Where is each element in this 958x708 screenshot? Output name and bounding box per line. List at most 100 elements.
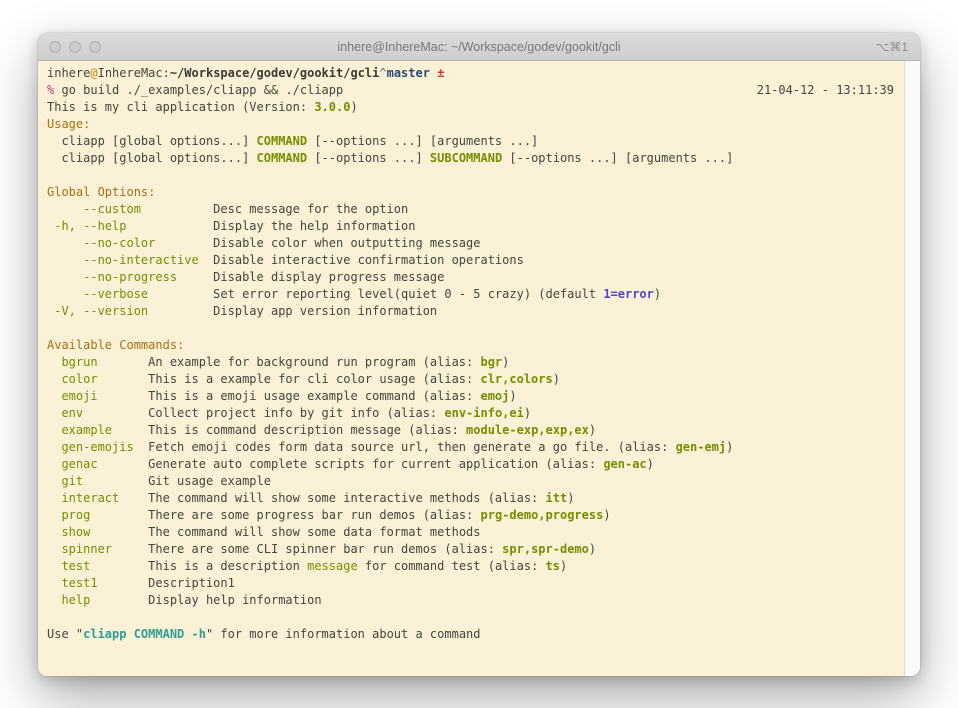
terminal-line: env Collect project info by git info (al… bbox=[47, 405, 894, 422]
terminal-line: cliapp [global options...] COMMAND [--op… bbox=[47, 150, 894, 167]
terminal-line: 21-04-12 - 13:11:39% go build ./_example… bbox=[47, 82, 894, 99]
terminal-text-segment: ) bbox=[502, 355, 509, 369]
terminal-text-segment: test bbox=[61, 559, 90, 573]
terminal-line: gen-emojis Fetch emoji codes form data s… bbox=[47, 439, 894, 456]
terminal-line: --no-interactive Disable interactive con… bbox=[47, 252, 894, 269]
terminal-text-segment: module-exp,exp,ex bbox=[466, 423, 589, 437]
terminal-text-segment: --no-color bbox=[83, 236, 155, 250]
terminal-text-segment bbox=[47, 423, 61, 437]
close-button[interactable] bbox=[49, 41, 61, 53]
terminal-text-segment bbox=[47, 542, 61, 556]
zoom-button[interactable] bbox=[89, 41, 101, 53]
titlebar: inhere@InhereMac: ~/Workspace/godev/gook… bbox=[38, 33, 920, 61]
terminal-text-segment: InhereMac: bbox=[98, 66, 170, 80]
terminal-text-segment: This is my cli application (Version: bbox=[47, 100, 314, 114]
terminal-text-segment: env bbox=[61, 406, 83, 420]
terminal-text-segment: Disable color when outputting message bbox=[155, 236, 480, 250]
terminal-line: example This is command description mess… bbox=[47, 422, 894, 439]
minimize-button[interactable] bbox=[69, 41, 81, 53]
terminal-text-segment: --custom bbox=[83, 202, 141, 216]
terminal-text-segment bbox=[47, 576, 61, 590]
terminal-text-segment: [--options ...] bbox=[307, 151, 430, 165]
terminal-line: prog There are some progress bar run dem… bbox=[47, 507, 894, 524]
terminal-text-segment: ) bbox=[560, 559, 567, 573]
terminal-text-segment: This is a description bbox=[90, 559, 307, 573]
terminal-text-segment: --verbose bbox=[83, 287, 148, 301]
terminal-text-segment bbox=[47, 559, 61, 573]
terminal-text-segment: An example for background run program (a… bbox=[98, 355, 481, 369]
terminal-line: spinner There are some CLI spinner bar r… bbox=[47, 541, 894, 558]
terminal-text-segment: ) bbox=[509, 389, 516, 403]
terminal-text-segment: This is command description message (ali… bbox=[112, 423, 466, 437]
terminal-line: This is my cli application (Version: 3.0… bbox=[47, 99, 894, 116]
terminal-text-segment bbox=[47, 525, 61, 539]
terminal-text-segment: This is a emoji usage example command (a… bbox=[98, 389, 481, 403]
terminal-text-segment: [--options ...] [arguments ...] bbox=[307, 134, 538, 148]
terminal-text-segment: env-info,ei bbox=[444, 406, 523, 420]
terminal-text-segment: interact bbox=[61, 491, 119, 505]
terminal-text-segment: show bbox=[61, 525, 90, 539]
terminal-text-segment: Set error reporting level(quiet 0 - 5 cr… bbox=[148, 287, 603, 301]
terminal-text-segment: @ bbox=[90, 66, 97, 80]
terminal-text-segment: ) bbox=[589, 542, 596, 556]
terminal-line: Use "cliapp COMMAND -h" for more informa… bbox=[47, 626, 894, 643]
terminal-text-segment: gen-emj bbox=[676, 440, 727, 454]
terminal-line bbox=[47, 320, 894, 337]
terminal-text-segment bbox=[47, 270, 83, 284]
terminal-text-segment: -h, --help bbox=[54, 219, 126, 233]
terminal-text-segment: The command will show some interactive m… bbox=[119, 491, 545, 505]
terminal-text-segment: ) bbox=[524, 406, 531, 420]
terminal-text-segment: Display the help information bbox=[126, 219, 415, 233]
terminal-text-segment: git bbox=[61, 474, 83, 488]
terminal-line: cliapp [global options...] COMMAND [--op… bbox=[47, 133, 894, 150]
terminal-text-segment: color bbox=[61, 372, 97, 386]
terminal-text-segment: Global Options: bbox=[47, 185, 155, 199]
terminal-text-segment bbox=[47, 372, 61, 386]
terminal-text-segment: Generate auto complete scripts for curre… bbox=[98, 457, 604, 471]
terminal-text-segment: Use " bbox=[47, 627, 83, 641]
terminal-line: help Display help information bbox=[47, 592, 894, 609]
terminal-text-segment bbox=[47, 236, 83, 250]
terminal-text-segment: itt bbox=[546, 491, 568, 505]
terminal-text-segment: cliapp [global options...] bbox=[47, 151, 257, 165]
terminal-text-segment: Available Commands: bbox=[47, 338, 184, 352]
terminal-text-segment: bgr bbox=[480, 355, 502, 369]
terminal-text-segment: ) bbox=[350, 100, 357, 114]
terminal-text-segment: ± bbox=[437, 66, 444, 80]
terminal-text-segment bbox=[47, 253, 83, 267]
terminal-text-segment: [--options ...] [arguments ...] bbox=[502, 151, 733, 165]
terminal-text-segment: --no-interactive bbox=[83, 253, 199, 267]
window-title: inhere@InhereMac: ~/Workspace/godev/gook… bbox=[38, 40, 920, 54]
traffic-lights bbox=[49, 41, 101, 53]
terminal-text-segment: Usage: bbox=[47, 117, 90, 131]
terminal-text-segment: emoj bbox=[480, 389, 509, 403]
scrollbar-track[interactable] bbox=[904, 61, 920, 676]
terminal-text-segment: bgrun bbox=[61, 355, 97, 369]
terminal-output[interactable]: inhere@InhereMac:~/Workspace/godev/gooki… bbox=[38, 61, 904, 676]
terminal-text-segment: Display help information bbox=[90, 593, 321, 607]
terminal-text-segment: The command will show some data format m… bbox=[90, 525, 480, 539]
terminal-text-segment: Desc message for the option bbox=[141, 202, 408, 216]
terminal-text-segment: ) bbox=[647, 457, 654, 471]
terminal-line: inhere@InhereMac:~/Workspace/godev/gooki… bbox=[47, 65, 894, 82]
terminal-text-segment: gen-emojis bbox=[61, 440, 133, 454]
terminal-text-segment: master bbox=[387, 66, 430, 80]
terminal-text-segment bbox=[47, 491, 61, 505]
timestamp: 21-04-12 - 13:11:39 bbox=[757, 82, 894, 99]
terminal-line: bgrun An example for background run prog… bbox=[47, 354, 894, 371]
terminal-text-segment: genac bbox=[61, 457, 97, 471]
terminal-line: -V, --version Display app version inform… bbox=[47, 303, 894, 320]
terminal-text-segment: This is a example for cli color usage (a… bbox=[98, 372, 481, 386]
terminal-line: Available Commands: bbox=[47, 337, 894, 354]
terminal-line: --verbose Set error reporting level(quie… bbox=[47, 286, 894, 303]
terminal-text-segment bbox=[47, 287, 83, 301]
terminal-line: color This is a example for cli color us… bbox=[47, 371, 894, 388]
terminal-text-segment: ) bbox=[654, 287, 661, 301]
terminal-line: git Git usage example bbox=[47, 473, 894, 490]
terminal-line: show The command will show some data for… bbox=[47, 524, 894, 541]
terminal-text-segment: COMMAND bbox=[257, 134, 308, 148]
terminal-text-segment: 3.0.0 bbox=[314, 100, 350, 114]
terminal-text-segment: ) bbox=[567, 491, 574, 505]
terminal-text-segment bbox=[47, 355, 61, 369]
terminal-text-segment: -V, --version bbox=[54, 304, 148, 318]
